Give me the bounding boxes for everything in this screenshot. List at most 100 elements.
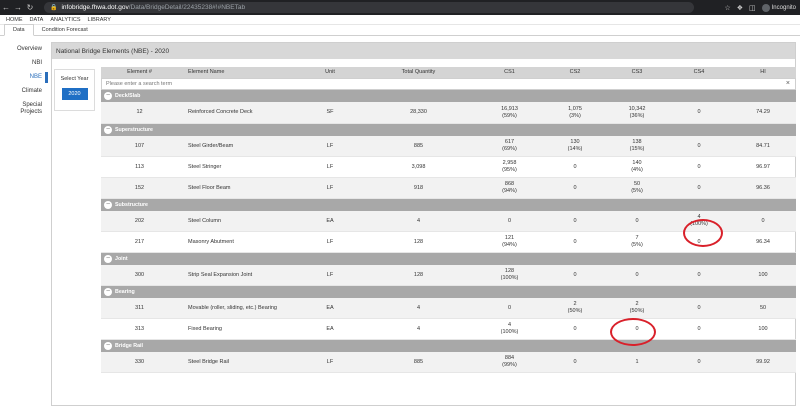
- column-header-cs4[interactable]: CS4: [668, 69, 730, 76]
- table-row[interactable]: 113 Steel Stringer LF 3,098 2,958 (95%) 0 140 (4…: [101, 157, 796, 178]
- cell-unit: EA: [326, 217, 334, 224]
- cell-cs2: 0: [544, 326, 606, 333]
- table-row[interactable]: 330 Steel Bridge Rail LF 885 884 (99%) 0 1 0 99.9…: [101, 352, 796, 373]
- cell-hi: 0: [761, 217, 765, 224]
- cell-cs2: 130 (14%): [544, 139, 606, 153]
- nav-item-home[interactable]: HOME: [6, 17, 23, 23]
- group-header-substructure[interactable]: − Substructure: [101, 199, 796, 211]
- column-header-unit[interactable]: Unit: [298, 69, 362, 76]
- cell-unit: LF: [326, 238, 334, 245]
- cell-cs4: 0: [668, 239, 730, 246]
- star-icon[interactable]: ☆: [724, 4, 730, 12]
- cell-element: 330: [134, 358, 145, 365]
- cell-cs2: 1,075 (3%): [544, 106, 606, 120]
- column-header-cs3[interactable]: CS3: [606, 69, 668, 76]
- cell-cs1: 0: [475, 305, 544, 312]
- group-header-bridge-rail[interactable]: − Bridge Rail: [101, 340, 796, 352]
- table-header: Element # Element Name Unit Total Quantity C…: [101, 67, 796, 78]
- cell-total: 128: [413, 271, 424, 278]
- cell-cs4: 0: [668, 272, 730, 279]
- cell-cs3-value: 0: [635, 217, 639, 224]
- cell-cs3-percent: (5%): [631, 242, 643, 248]
- sidebar-item-special-projects[interactable]: Special Projects: [0, 102, 46, 116]
- column-header-hi[interactable]: HI: [730, 69, 796, 76]
- cell-cs1-percent: (94%): [502, 242, 517, 248]
- collapse-icon[interactable]: −: [104, 342, 112, 350]
- table-row[interactable]: 217 Masonry Abutment LF 128 121 (94%) 0 7 (5%) 0 9…: [101, 232, 796, 253]
- table-row[interactable]: 311 Movable (roller, sliding, etc.) Beari…: [101, 298, 796, 319]
- cell-cs1: 4 (100%): [475, 322, 544, 336]
- sidebar-item-overview[interactable]: Overview: [0, 46, 46, 53]
- search-input[interactable]: [102, 79, 795, 89]
- collapse-icon[interactable]: −: [104, 255, 112, 263]
- group-label: Superstructure: [115, 127, 153, 133]
- group-header-joint[interactable]: − Joint: [101, 253, 796, 265]
- cell-cs1: 868 (94%): [475, 181, 544, 195]
- cell-cs1: 128 (100%): [475, 268, 544, 282]
- cell-total: 28,330: [410, 109, 427, 115]
- cell-total: 885: [413, 142, 424, 149]
- column-header-element-name[interactable]: Element Name: [178, 69, 298, 76]
- nav-item-library[interactable]: LIBRARY: [88, 17, 111, 23]
- forward-icon[interactable]: →: [12, 0, 24, 15]
- cell-cs4: 0: [668, 305, 730, 312]
- column-header-total-quantity[interactable]: Total Quantity: [362, 69, 475, 76]
- sidebar-item-nbe[interactable]: NBE: [0, 72, 48, 83]
- group-header-bearing[interactable]: − Bearing: [101, 286, 796, 298]
- cell-cs4-value: 0: [697, 142, 701, 149]
- sidebar-item-nbi[interactable]: NBI: [0, 60, 46, 67]
- table-row[interactable]: 202 Steel Column EA 4 0 0 0 4 (100%) 0: [101, 211, 796, 232]
- cell-cs2-value: 0: [573, 217, 577, 224]
- incognito-icon: [761, 3, 770, 12]
- cell-cs2-value: 0: [573, 325, 577, 332]
- back-icon[interactable]: ←: [0, 0, 12, 15]
- group-header-deck-slab[interactable]: − Deck/Slab: [101, 90, 796, 102]
- cell-element: 202: [134, 217, 145, 224]
- table-row[interactable]: 12 Reinforced Concrete Deck SF 28,330 16,913…: [101, 102, 796, 124]
- collapse-icon[interactable]: −: [104, 288, 112, 296]
- cell-cs4: 0: [668, 143, 730, 150]
- table-row[interactable]: 107 Steel Girder/Beam LF 885 617 (69%) 130 (14%…: [101, 136, 796, 157]
- table-row[interactable]: 152 Steel Floor Beam LF 918 868 (94%) 0 50 (5%) 0…: [101, 178, 796, 199]
- group-header-superstructure[interactable]: − Superstructure: [101, 124, 796, 136]
- lock-icon: 🔒: [50, 5, 58, 11]
- cell-hi: 74.29: [756, 109, 770, 115]
- nav-item-analytics[interactable]: ANALYTICS: [50, 17, 80, 23]
- cell-unit: LF: [326, 163, 334, 170]
- column-header-cs1[interactable]: CS1: [475, 69, 544, 76]
- sidebar-icon[interactable]: ◫: [749, 4, 756, 12]
- cell-unit: LF: [326, 271, 334, 278]
- collapse-icon[interactable]: −: [104, 126, 112, 134]
- cell-name: Fixed Bearing: [188, 325, 222, 332]
- nav-item-data[interactable]: DATA: [30, 17, 44, 23]
- cell-cs1: 16,913 (59%): [475, 106, 544, 120]
- cell-hi: 50: [759, 304, 767, 311]
- cell-cs1: 2,958 (95%): [475, 160, 544, 174]
- reload-icon[interactable]: ↻: [24, 0, 36, 15]
- cell-cs4: 0: [668, 359, 730, 366]
- year-2020-button[interactable]: 2020: [61, 88, 88, 100]
- tab-condition-forecast[interactable]: Condition Forecast: [34, 25, 96, 35]
- column-header-cs2[interactable]: CS2: [544, 69, 606, 76]
- column-header-element[interactable]: Element #: [101, 69, 178, 76]
- cell-cs2-value: 2: [573, 301, 577, 307]
- tab-data[interactable]: Data: [4, 24, 34, 36]
- cell-name: Steel Stringer: [188, 163, 222, 170]
- cell-cs1-percent: (100%): [500, 329, 519, 335]
- cell-cs2-value: 1,075: [568, 105, 582, 112]
- clear-search-icon[interactable]: ×: [786, 80, 790, 87]
- collapse-icon[interactable]: −: [104, 201, 112, 209]
- group-label: Deck/Slab: [115, 93, 141, 99]
- collapse-icon[interactable]: −: [104, 92, 112, 100]
- extensions-icon[interactable]: ❖: [737, 4, 743, 12]
- incognito-badge[interactable]: Incognito: [761, 3, 796, 12]
- table-row[interactable]: 300 Strip Seal Expansion Joint LF 128 128 (10…: [101, 265, 796, 286]
- sidebar-item-climate[interactable]: Climate: [0, 88, 46, 95]
- cell-cs2-value: 130: [570, 139, 580, 145]
- cell-cs3-value: 0: [635, 271, 639, 278]
- cell-cs4-value: 0: [697, 325, 701, 332]
- address-bar[interactable]: 🔒 infobridge.fhwa.dot.gov /Data/BridgeDe…: [44, 2, 694, 13]
- cell-name: Strip Seal Expansion Joint: [188, 271, 253, 278]
- group-label: Bridge Rail: [115, 343, 143, 349]
- table-row[interactable]: 313 Fixed Bearing EA 4 4 (100%) 0 0 0 100: [101, 319, 796, 340]
